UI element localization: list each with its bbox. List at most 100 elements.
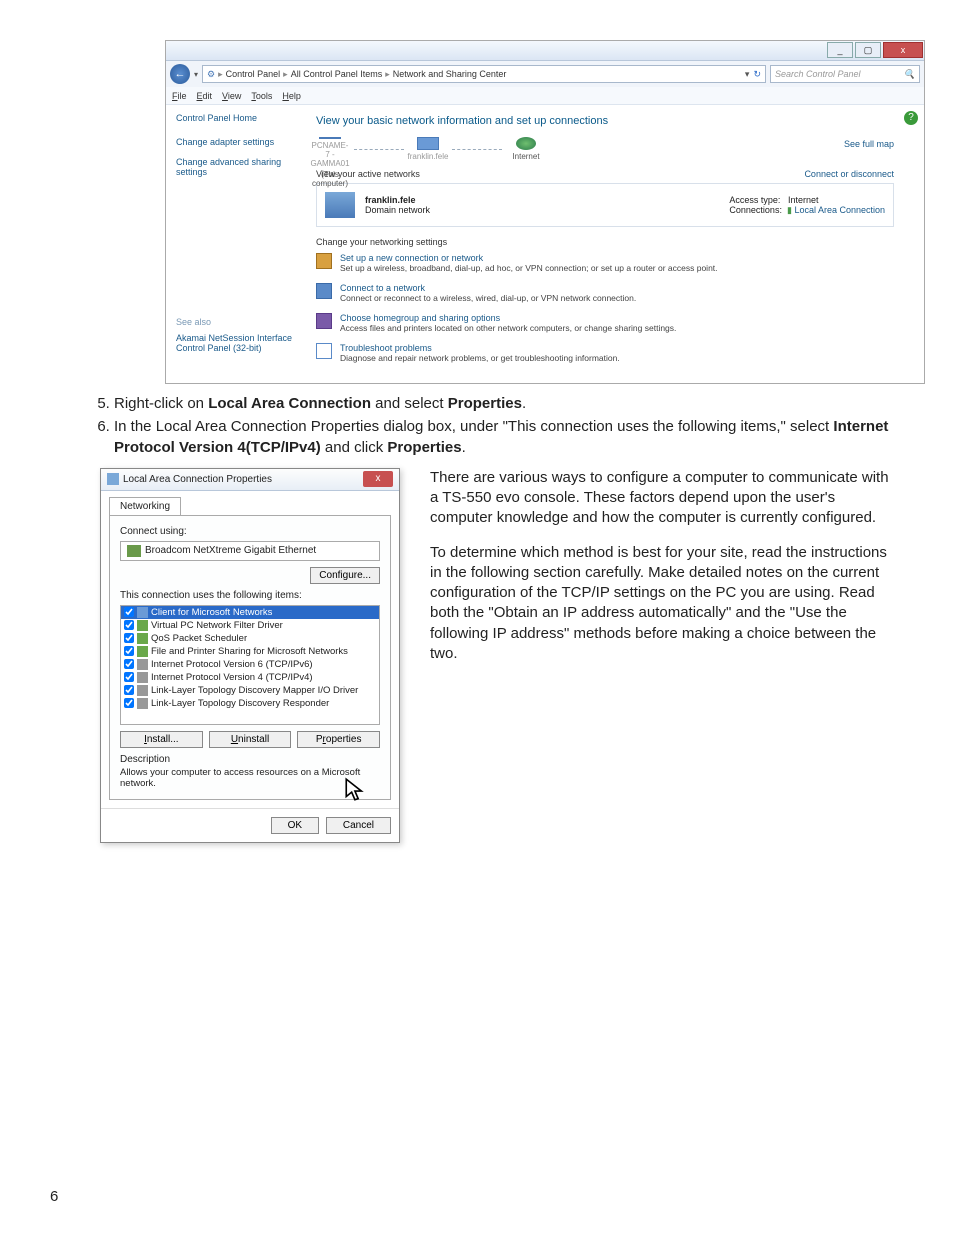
setup-new-connection[interactable]: Set up a new connection or networkSet up… [316,253,894,273]
tab-panel: Connect using: Broadcom NetXtreme Gigabi… [109,515,391,800]
homegroup-icon [316,313,332,329]
description-label: Description [120,754,380,765]
close-button[interactable]: x [883,42,923,58]
search-icon[interactable]: 🔍 [904,69,915,80]
item-checkbox[interactable] [124,607,134,617]
ok-button[interactable]: OK [271,817,319,834]
network-sharing-window: _ ▢ x ← ▾ ⚙ ▸ Control Panel ▸ All Contro… [165,40,925,384]
network-icon [316,283,332,299]
breadcrumb-1[interactable]: Control Panel [226,69,281,79]
paragraph-2: To determine which method is best for yo… [430,543,894,665]
menu-edit[interactable]: Edit [197,91,213,101]
access-type-value: Internet [788,195,819,205]
page-title: View your basic network information and … [316,115,894,127]
items-label: This connection uses the following items… [120,590,302,601]
access-type-label: Access type: [729,195,780,205]
menu-view[interactable]: View [222,91,241,101]
protocol-icon [137,659,148,670]
list-item[interactable]: QoS Packet Scheduler [121,632,379,645]
item-checkbox[interactable] [124,659,134,669]
dialog-titlebar: Local Area Connection Properties x [101,469,399,491]
dialog-close-button[interactable]: x [363,471,393,487]
minimize-button[interactable]: _ [827,42,853,58]
refresh-icon[interactable]: ↻ [753,69,761,80]
address-dropdown-icon[interactable]: ▾ [745,69,750,80]
service-icon [137,620,148,631]
menu-tools[interactable]: Tools [251,91,272,101]
dialog-footer: OK Cancel [101,808,399,842]
item-checkbox[interactable] [124,633,134,643]
item-checkbox[interactable] [124,698,134,708]
item-checkbox[interactable] [124,620,134,630]
active-networks-label: View your active networks Connect or dis… [316,169,894,179]
list-item[interactable]: Client for Microsoft Networks [121,606,379,619]
domain-network-icon [325,192,355,218]
connect-using-label: Connect using: [120,526,187,537]
connection-icon: ▮ [787,205,792,215]
breadcrumb-2[interactable]: All Control Panel Items [291,69,383,79]
cancel-button[interactable]: Cancel [326,817,391,834]
item-checkbox[interactable] [124,685,134,695]
item-checkbox[interactable] [124,646,134,656]
adapter-icon [127,545,141,557]
connection-items-list[interactable]: Client for Microsoft Networks Virtual PC… [120,605,380,725]
menu-help[interactable]: Help [282,91,301,101]
network-node-icon: franklin.fele [414,137,442,161]
install-button[interactable]: Install... [120,731,203,748]
see-full-map-link[interactable]: See full map [844,139,894,149]
adapter-field[interactable]: Broadcom NetXtreme Gigabit Ethernet [120,541,380,561]
this-computer-icon: PCNAME-7 - GAMMA01 (This computer) [316,137,344,161]
help-icon[interactable]: ? [904,111,918,125]
configure-button[interactable]: Configure... [310,567,380,584]
homegroup-options[interactable]: Choose homegroup and sharing optionsAcce… [316,313,894,333]
list-item[interactable]: Internet Protocol Version 6 (TCP/IPv6) [121,658,379,671]
dialog-icon [107,473,119,485]
instruction-step-5: Right-click on Local Area Connection and… [114,394,904,414]
main-panel: ? View your basic network information an… [306,105,924,383]
change-settings-label: Change your networking settings [316,237,894,247]
sidebar-akamai-link[interactable]: Akamai NetSession Interface Control Pane… [176,333,296,353]
sidebar-change-adapter[interactable]: Change adapter settings [176,137,296,147]
forward-dropdown-icon[interactable]: ▾ [194,70,198,79]
properties-button[interactable]: Properties [297,731,380,748]
control-panel-icon: ⚙ [207,69,215,80]
breadcrumb-3[interactable]: Network and Sharing Center [393,69,507,79]
paragraph-1: There are various ways to configure a co… [430,468,894,529]
service-icon [137,633,148,644]
protocol-icon [137,672,148,683]
active-network-name: franklin.fele [365,195,416,205]
tab-strip: Networking [101,491,399,515]
menu-bar: File Edit View Tools Help [166,87,924,105]
protocol-icon [137,698,148,709]
list-item[interactable]: Internet Protocol Version 4 (TCP/IPv4) [121,671,379,684]
item-checkbox[interactable] [124,672,134,682]
instruction-list: Right-click on Local Area Connection and… [90,394,904,458]
breadcrumb-sep-icon: ▸ [218,69,223,80]
connect-disconnect-link[interactable]: Connect or disconnect [804,169,894,179]
tab-networking[interactable]: Networking [109,497,181,515]
list-item[interactable]: Virtual PC Network Filter Driver [121,619,379,632]
sidebar-advanced-sharing[interactable]: Change advanced sharing settings [176,157,296,177]
address-bar[interactable]: ⚙ ▸ Control Panel ▸ All Control Panel It… [202,65,766,83]
body-text: There are various ways to configure a co… [430,468,904,678]
list-item[interactable]: Link-Layer Topology Discovery Mapper I/O… [121,684,379,697]
search-input[interactable]: Search Control Panel 🔍 [770,65,920,83]
local-area-connection-link[interactable]: Local Area Connection [794,205,885,215]
network-map: PCNAME-7 - GAMMA01 (This computer) frank… [316,137,894,161]
client-icon [137,607,148,618]
connect-to-network[interactable]: Connect to a networkConnect or reconnect… [316,283,894,303]
list-item[interactable]: Link-Layer Topology Discovery Responder [121,697,379,710]
maximize-button[interactable]: ▢ [855,42,881,58]
service-icon [137,646,148,657]
connections-label: Connections: [729,205,782,215]
active-network-type: Domain network [365,205,430,215]
uninstall-button[interactable]: Uninstall [209,731,292,748]
sidebar: Control Panel Home Change adapter settin… [166,105,306,383]
menu-file[interactable]: File [172,91,187,101]
lac-properties-dialog: Local Area Connection Properties x Netwo… [100,468,400,843]
back-button[interactable]: ← [170,64,190,84]
list-item[interactable]: File and Printer Sharing for Microsoft N… [121,645,379,658]
sidebar-home-link[interactable]: Control Panel Home [176,113,296,123]
search-placeholder: Search Control Panel [775,69,861,79]
troubleshoot-problems[interactable]: Troubleshoot problemsDiagnose and repair… [316,343,894,363]
